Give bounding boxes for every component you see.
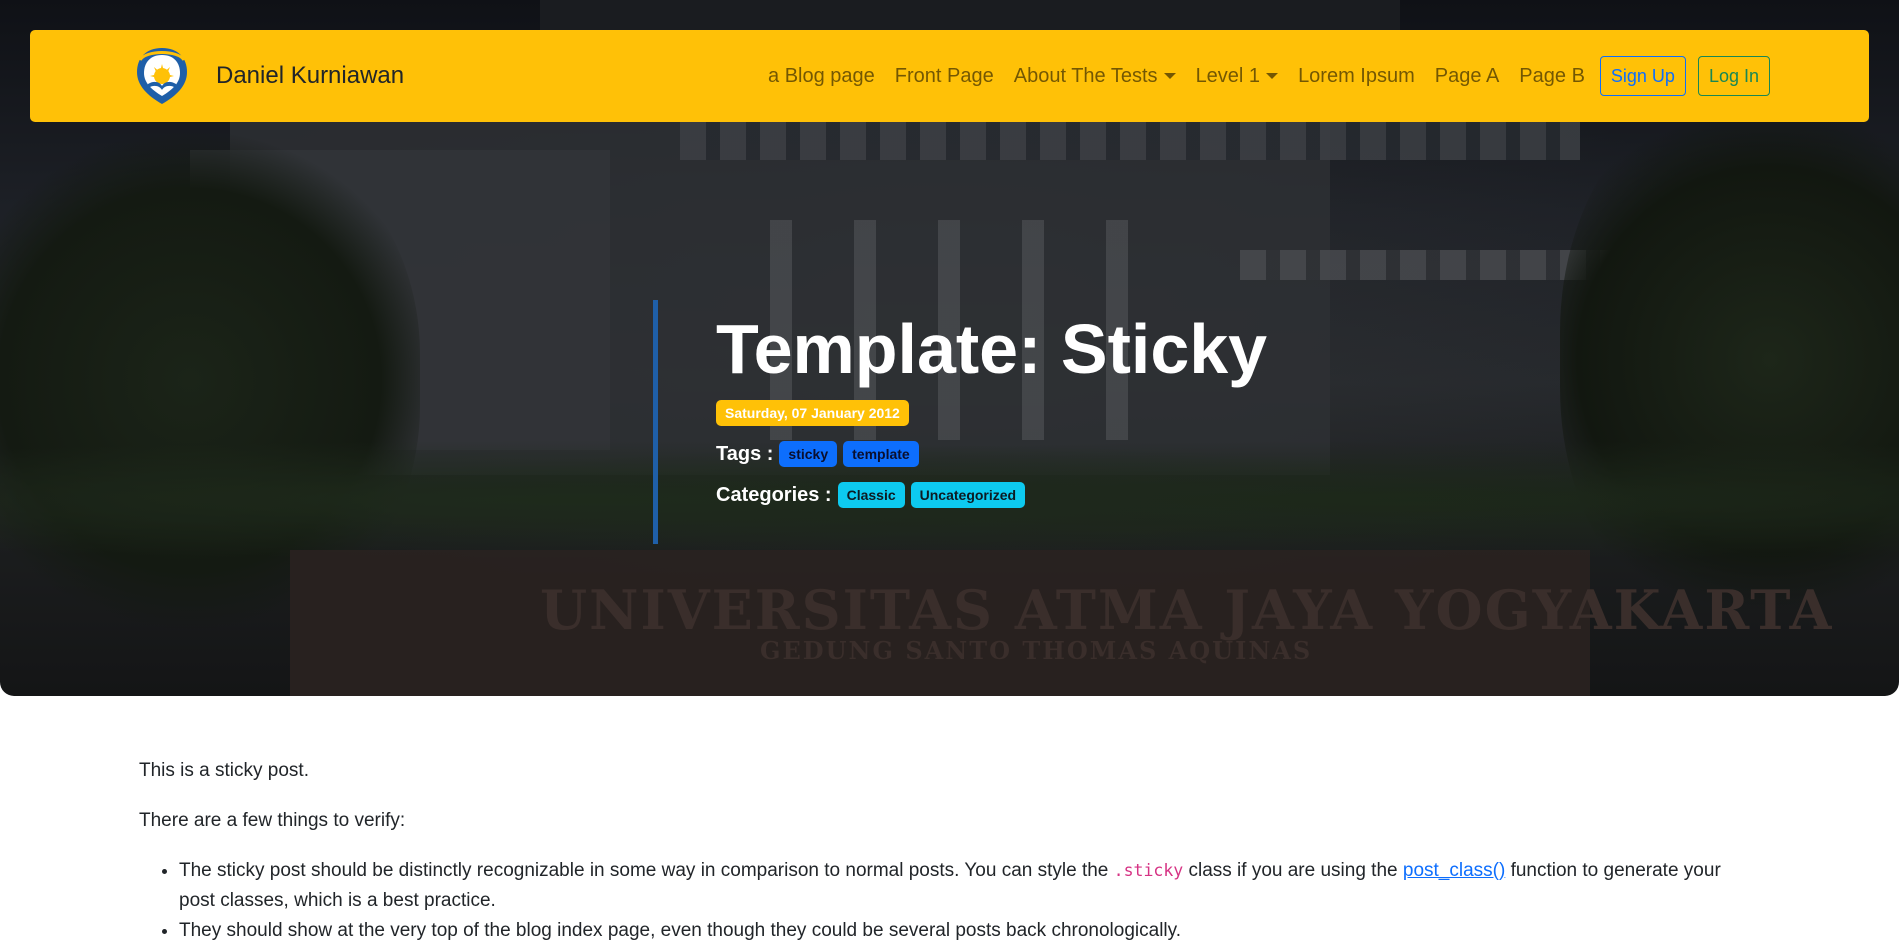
nav-link-label: a Blog page: [768, 64, 875, 87]
post-class-link[interactable]: post_class(): [1403, 860, 1505, 881]
post-header: Template: Sticky Saturday, 07 January 20…: [653, 300, 1267, 544]
tag-badge-template[interactable]: template: [843, 441, 919, 467]
nav-dropdown-level-1[interactable]: Level 1: [1196, 65, 1279, 88]
nav-link-lorem-ipsum[interactable]: Lorem Ipsum: [1298, 65, 1415, 88]
nav-link-label: Lorem Ipsum: [1298, 64, 1415, 87]
nav-link-label: Page A: [1434, 64, 1500, 87]
nav-link-label: Level 1: [1195, 64, 1261, 87]
post-date-badge: Saturday, 07 January 2012: [716, 400, 909, 426]
inline-code: .sticky: [1113, 861, 1184, 880]
caret-down-icon: [1266, 73, 1279, 79]
post-content: This is a sticky post. There are a few t…: [139, 756, 1759, 946]
categories-label: Categories :: [716, 483, 832, 506]
nav-link-label: Page B: [1519, 64, 1585, 87]
university-logo-icon: [137, 48, 187, 104]
caret-down-icon: [1163, 73, 1176, 79]
brand-name: Daniel Kurniawan: [216, 62, 405, 89]
tags-label: Tags :: [716, 442, 774, 465]
list-item: The sticky post should be distinctly rec…: [179, 856, 1759, 916]
log-in-button[interactable]: Log In: [1697, 56, 1770, 96]
list-item-text: class if you are using the: [1183, 860, 1403, 881]
tag-badge-sticky[interactable]: sticky: [779, 441, 838, 467]
nav-link-page-b[interactable]: Page B: [1519, 65, 1585, 88]
nav-link-page-a[interactable]: Page A: [1435, 65, 1500, 88]
nav-link-label: Front Page: [894, 64, 994, 87]
verify-list: The sticky post should be distinctly rec…: [139, 856, 1759, 946]
nav-link-label: About The Tests: [1013, 64, 1158, 87]
nav-menu: a Blog page Front Page About The Tests L…: [768, 30, 1770, 122]
post-tags: Tags : sticky template: [716, 441, 1267, 467]
category-badge-uncategorized[interactable]: Uncategorized: [910, 482, 1026, 508]
list-item: They should show at the very top of the …: [179, 916, 1759, 946]
background-windows: [680, 120, 1580, 160]
background-sign-text: UNIVERSITAS ATMA JAYA YOGYAKARTA: [540, 578, 1834, 642]
post-categories: Categories : Classic Uncategorized: [716, 482, 1267, 508]
background-windows: [1240, 250, 1620, 280]
sign-up-button[interactable]: Sign Up: [1599, 56, 1686, 96]
nav-link-front-page[interactable]: Front Page: [895, 65, 994, 88]
paragraph: This is a sticky post.: [139, 760, 309, 781]
page-title: Template: Sticky: [716, 310, 1268, 388]
nav-dropdown-about-the-tests[interactable]: About The Tests: [1014, 65, 1176, 88]
background-sign-subtext: GEDUNG SANTO THOMAS AQUINAS: [760, 636, 1313, 665]
list-item-text: The sticky post should be distinctly rec…: [179, 860, 1114, 881]
top-navbar: Daniel Kurniawan a Blog page Front Page …: [30, 30, 1869, 122]
brand[interactable]: Daniel Kurniawan: [134, 46, 404, 106]
nav-link-blog-page[interactable]: a Blog page: [768, 65, 875, 88]
category-badge-classic[interactable]: Classic: [837, 482, 905, 508]
paragraph: There are a few things to verify:: [139, 810, 406, 831]
